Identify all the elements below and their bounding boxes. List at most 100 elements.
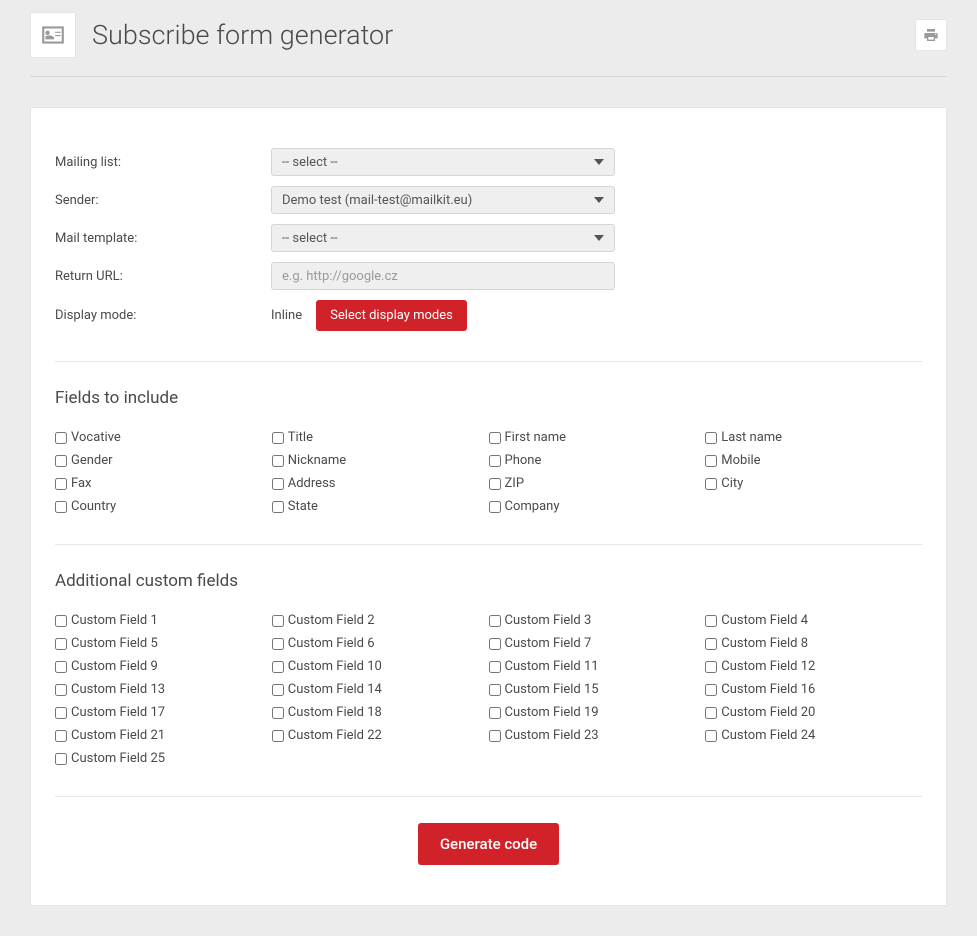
select-display-modes-button[interactable]: Select display modes xyxy=(316,300,467,331)
custom-field-checkbox-custom-field-1[interactable] xyxy=(55,615,67,627)
custom-field-checkbox-custom-field-20[interactable] xyxy=(705,707,717,719)
custom-field-custom-field-15[interactable]: Custom Field 15 xyxy=(489,682,706,697)
custom-field-custom-field-20[interactable]: Custom Field 20 xyxy=(705,705,922,720)
field-checkbox-country[interactable] xyxy=(55,501,67,513)
custom-field-checkbox-custom-field-23[interactable] xyxy=(489,730,501,742)
field-checkbox-state[interactable] xyxy=(272,501,284,513)
select-mail-template[interactable]: -- select -- xyxy=(271,224,615,252)
custom-field-custom-field-10[interactable]: Custom Field 10 xyxy=(272,659,489,674)
field-checkbox-city[interactable] xyxy=(705,478,717,490)
custom-field-checkbox-custom-field-7[interactable] xyxy=(489,638,501,650)
custom-field-custom-field-23[interactable]: Custom Field 23 xyxy=(489,728,706,743)
field-checkbox-first-name[interactable] xyxy=(489,432,501,444)
field-nickname[interactable]: Nickname xyxy=(272,453,489,468)
custom-field-custom-field-12[interactable]: Custom Field 12 xyxy=(705,659,922,674)
custom-field-custom-field-7[interactable]: Custom Field 7 xyxy=(489,636,706,651)
field-label-address: Address xyxy=(288,476,336,491)
field-checkbox-fax[interactable] xyxy=(55,478,67,490)
field-checkbox-company[interactable] xyxy=(489,501,501,513)
input-return-url[interactable] xyxy=(271,262,615,290)
field-checkbox-phone[interactable] xyxy=(489,455,501,467)
divider xyxy=(55,361,922,362)
row-sender: Sender: Demo test (mail-test@mailkit.eu) xyxy=(55,186,922,214)
custom-field-checkbox-custom-field-6[interactable] xyxy=(272,638,284,650)
field-checkbox-last-name[interactable] xyxy=(705,432,717,444)
custom-field-custom-field-2[interactable]: Custom Field 2 xyxy=(272,613,489,628)
custom-field-custom-field-1[interactable]: Custom Field 1 xyxy=(55,613,272,628)
field-phone[interactable]: Phone xyxy=(489,453,706,468)
field-state[interactable]: State xyxy=(272,499,489,514)
generate-code-button[interactable]: Generate code xyxy=(418,823,559,865)
custom-field-custom-field-4[interactable]: Custom Field 4 xyxy=(705,613,922,628)
field-checkbox-gender[interactable] xyxy=(55,455,67,467)
custom-field-checkbox-custom-field-11[interactable] xyxy=(489,661,501,673)
custom-field-label-custom-field-25: Custom Field 25 xyxy=(71,751,165,766)
field-checkbox-mobile[interactable] xyxy=(705,455,717,467)
custom-field-checkbox-custom-field-9[interactable] xyxy=(55,661,67,673)
field-city[interactable]: City xyxy=(705,476,922,491)
custom-field-custom-field-19[interactable]: Custom Field 19 xyxy=(489,705,706,720)
custom-field-checkbox-custom-field-3[interactable] xyxy=(489,615,501,627)
custom-field-checkbox-custom-field-22[interactable] xyxy=(272,730,284,742)
custom-field-checkbox-custom-field-14[interactable] xyxy=(272,684,284,696)
field-last-name[interactable]: Last name xyxy=(705,430,922,445)
custom-field-custom-field-21[interactable]: Custom Field 21 xyxy=(55,728,272,743)
custom-field-custom-field-9[interactable]: Custom Field 9 xyxy=(55,659,272,674)
custom-field-custom-field-24[interactable]: Custom Field 24 xyxy=(705,728,922,743)
custom-fields-grid: Custom Field 1Custom Field 2Custom Field… xyxy=(55,613,922,766)
custom-field-custom-field-6[interactable]: Custom Field 6 xyxy=(272,636,489,651)
custom-field-custom-field-3[interactable]: Custom Field 3 xyxy=(489,613,706,628)
custom-field-checkbox-custom-field-16[interactable] xyxy=(705,684,717,696)
custom-field-checkbox-custom-field-18[interactable] xyxy=(272,707,284,719)
custom-field-checkbox-custom-field-17[interactable] xyxy=(55,707,67,719)
field-checkbox-nickname[interactable] xyxy=(272,455,284,467)
custom-field-custom-field-25[interactable]: Custom Field 25 xyxy=(55,751,272,766)
custom-field-checkbox-custom-field-25[interactable] xyxy=(55,753,67,765)
field-title[interactable]: Title xyxy=(272,430,489,445)
custom-field-checkbox-custom-field-13[interactable] xyxy=(55,684,67,696)
divider xyxy=(55,544,922,545)
custom-field-label-custom-field-23: Custom Field 23 xyxy=(505,728,599,743)
print-button[interactable] xyxy=(915,19,947,51)
field-address[interactable]: Address xyxy=(272,476,489,491)
field-country[interactable]: Country xyxy=(55,499,272,514)
custom-field-custom-field-5[interactable]: Custom Field 5 xyxy=(55,636,272,651)
custom-field-checkbox-custom-field-4[interactable] xyxy=(705,615,717,627)
custom-field-custom-field-14[interactable]: Custom Field 14 xyxy=(272,682,489,697)
field-gender[interactable]: Gender xyxy=(55,453,272,468)
custom-field-checkbox-custom-field-24[interactable] xyxy=(705,730,717,742)
custom-field-custom-field-8[interactable]: Custom Field 8 xyxy=(705,636,922,651)
custom-field-custom-field-11[interactable]: Custom Field 11 xyxy=(489,659,706,674)
custom-field-label-custom-field-11: Custom Field 11 xyxy=(505,659,599,674)
custom-field-checkbox-custom-field-10[interactable] xyxy=(272,661,284,673)
field-fax[interactable]: Fax xyxy=(55,476,272,491)
custom-field-custom-field-16[interactable]: Custom Field 16 xyxy=(705,682,922,697)
field-checkbox-address[interactable] xyxy=(272,478,284,490)
field-zip[interactable]: ZIP xyxy=(489,476,706,491)
field-checkbox-title[interactable] xyxy=(272,432,284,444)
field-vocative[interactable]: Vocative xyxy=(55,430,272,445)
field-checkbox-zip[interactable] xyxy=(489,478,501,490)
custom-field-custom-field-17[interactable]: Custom Field 17 xyxy=(55,705,272,720)
custom-field-label-custom-field-20: Custom Field 20 xyxy=(721,705,815,720)
custom-field-custom-field-22[interactable]: Custom Field 22 xyxy=(272,728,489,743)
custom-field-checkbox-custom-field-21[interactable] xyxy=(55,730,67,742)
field-checkbox-vocative[interactable] xyxy=(55,432,67,444)
custom-field-checkbox-custom-field-5[interactable] xyxy=(55,638,67,650)
field-company[interactable]: Company xyxy=(489,499,706,514)
custom-field-custom-field-18[interactable]: Custom Field 18 xyxy=(272,705,489,720)
custom-field-checkbox-custom-field-12[interactable] xyxy=(705,661,717,673)
custom-field-label-custom-field-21: Custom Field 21 xyxy=(71,728,165,743)
field-first-name[interactable]: First name xyxy=(489,430,706,445)
custom-field-checkbox-custom-field-15[interactable] xyxy=(489,684,501,696)
row-mail-template: Mail template: -- select -- xyxy=(55,224,922,252)
custom-field-checkbox-custom-field-2[interactable] xyxy=(272,615,284,627)
custom-field-checkbox-custom-field-19[interactable] xyxy=(489,707,501,719)
row-mailing-list: Mailing list: -- select -- xyxy=(55,148,922,176)
custom-field-custom-field-13[interactable]: Custom Field 13 xyxy=(55,682,272,697)
select-mailing-list[interactable]: -- select -- xyxy=(271,148,615,176)
select-sender[interactable]: Demo test (mail-test@mailkit.eu) xyxy=(271,186,615,214)
field-mobile[interactable]: Mobile xyxy=(705,453,922,468)
custom-field-checkbox-custom-field-8[interactable] xyxy=(705,638,717,650)
custom-field-label-custom-field-14: Custom Field 14 xyxy=(288,682,382,697)
